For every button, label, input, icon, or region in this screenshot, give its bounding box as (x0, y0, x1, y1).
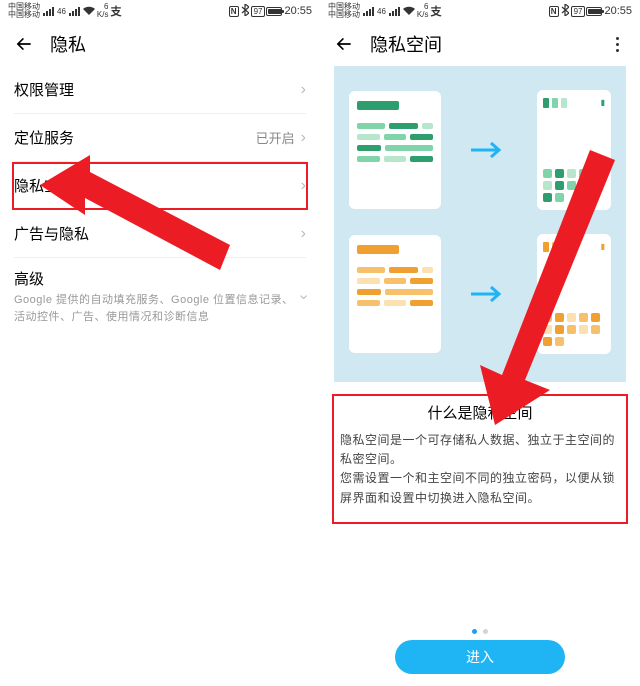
nfc-icon: N (229, 6, 239, 17)
phone-left: 中国移动中国移动 46 6K/s 支 N 97 20:55 隐私 权限管理› (0, 0, 320, 686)
card-main-orange (349, 235, 441, 353)
arrow-right-icon (471, 285, 507, 303)
alipay-icon: 支 (430, 3, 441, 19)
row-value: 已开启 (256, 128, 295, 147)
illustration: ▮ ▮ (334, 66, 626, 382)
alipay-icon: 支 (110, 3, 121, 19)
chevron-right-icon: › (301, 177, 306, 195)
chevron-right-icon: › (301, 129, 306, 147)
row-advanced[interactable]: 高级 Google 提供的自动填充服务、Google 位置信息记录、活动控件、广… (14, 258, 306, 335)
info-box: 什么是隐私空间 隐私空间是一个可存储私人数据、独立于主空间的私密空间。 您需设置… (334, 394, 626, 516)
row-location[interactable]: 定位服务 已开启 › (14, 114, 306, 162)
info-title: 什么是隐私空间 (340, 402, 620, 423)
page-title: 隐私 (50, 31, 86, 57)
page-title: 隐私空间 (370, 31, 442, 57)
chevron-right-icon: › (301, 225, 306, 243)
header: 隐私空间 (320, 22, 640, 66)
more-icon[interactable] (608, 37, 626, 52)
chevron-right-icon: › (301, 81, 306, 99)
signal-icon-2 (69, 7, 80, 16)
settings-list: 权限管理› 定位服务 已开启 › 隐私空间› 广告与隐私› 高级 Google … (0, 66, 320, 335)
card-lock-green: ▮ (537, 90, 611, 210)
row-permissions[interactable]: 权限管理› (14, 66, 306, 114)
bluetooth-icon (561, 4, 569, 19)
info-text-2: 您需设置一个和主空间不同的独立密码，以便从锁屏界面和设置中切换进入隐私空间。 (340, 469, 620, 507)
clock: 20:55 (284, 5, 312, 17)
wifi-icon (83, 6, 95, 17)
back-icon[interactable] (14, 34, 34, 54)
phone-right: 中国移动中国移动 46 6K/s 支 N 97 20:55 隐私空间 (320, 0, 640, 686)
back-icon[interactable] (334, 34, 354, 54)
status-bar: 中国移动中国移动 46 6K/s 支 N 97 20:55 (0, 0, 320, 22)
row-ads-privacy[interactable]: 广告与隐私› (14, 210, 306, 258)
enter-button[interactable]: 进入 (395, 640, 565, 674)
page-indicator (320, 629, 640, 634)
battery-icon: 97 (251, 6, 283, 17)
arrow-right-icon (471, 141, 507, 159)
signal-icon (43, 7, 54, 16)
header: 隐私 (0, 22, 320, 66)
card-lock-orange: ▮ (537, 234, 611, 354)
card-main-green (349, 91, 441, 209)
row-private-space[interactable]: 隐私空间› (14, 162, 306, 210)
wifi-icon (403, 6, 415, 17)
info-text-1: 隐私空间是一个可存储私人数据、独立于主空间的私密空间。 (340, 431, 620, 469)
status-bar: 中国移动中国移动 46 6K/s 支 N 97 20:55 (320, 0, 640, 22)
chevron-down-icon: › (294, 294, 312, 299)
bluetooth-icon (241, 4, 249, 19)
